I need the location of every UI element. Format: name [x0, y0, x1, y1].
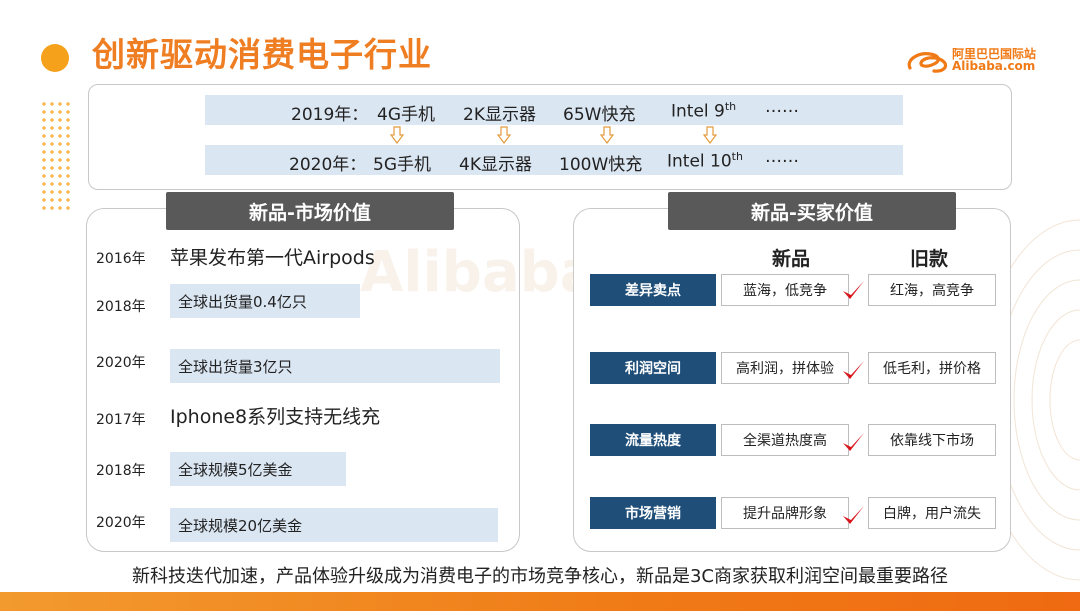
new-product-cell: 高利润，拼体验	[721, 352, 849, 384]
new-product-cell: 全渠道热度高	[721, 424, 849, 456]
entry-year: 2018年	[96, 463, 146, 479]
check-icon	[843, 506, 864, 524]
timeline-item: 2K显示器	[463, 105, 536, 125]
timeline-item: 4K显示器	[459, 155, 532, 175]
entry-year: 2020年	[96, 355, 146, 371]
timeline-year: 2019年：	[291, 105, 369, 125]
entry-headline: Iphone8系列支持无线充	[170, 406, 381, 428]
timeline-item: 5G手机	[373, 155, 431, 175]
down-arrow-icon	[703, 126, 717, 144]
category-label: 差异卖点	[590, 274, 716, 306]
check-icon	[843, 361, 864, 379]
timeline-item: 4G手机	[377, 105, 435, 125]
entry-year: 2016年	[96, 251, 146, 267]
old-product-cell: 红海，高竞争	[868, 274, 996, 306]
entry-fact: 全球出货量0.4亿只	[170, 284, 360, 318]
timeline-item: Intel 9th	[671, 100, 737, 122]
category-label: 流量热度	[590, 424, 716, 456]
timeline-year: 2020年：	[289, 155, 367, 175]
timeline-item: 65W快充	[563, 105, 636, 125]
down-arrow-icon	[497, 126, 511, 144]
entry-fact: 全球出货量3亿只	[170, 349, 500, 383]
column-header-old: 旧款	[910, 248, 949, 270]
old-product-cell: 低毛利，拼价格	[868, 352, 996, 384]
market-value-header: 新品-市场价值	[166, 192, 454, 230]
timeline-item: ……	[765, 147, 799, 167]
footer-summary: 新科技迭代加速，产品体验升级成为消费电子的市场竞争核心，新品是3C商家获取利润空…	[131, 566, 949, 587]
check-icon	[843, 281, 864, 299]
page-title: 创新驱动消费电子行业	[92, 35, 432, 74]
title-bullet-icon	[41, 44, 69, 72]
alibaba-logo: 阿里巴巴国际站 Alibaba.com	[904, 46, 1044, 76]
timeline-row-2020: 2020年： 5G手机 4K显示器 100W快充 Intel 10th ……	[205, 145, 903, 175]
footer-bar	[0, 592, 1080, 611]
timeline-item: 100W快充	[559, 155, 643, 175]
timeline-item: ……	[765, 97, 799, 117]
category-label: 市场营销	[590, 497, 716, 529]
down-arrow-icon	[390, 126, 404, 144]
entry-headline: 苹果发布第一代Airpods	[170, 247, 375, 269]
alibaba-logo-icon	[907, 52, 948, 73]
old-product-cell: 白牌，用户流失	[868, 497, 996, 529]
timeline-item: Intel 10th	[667, 150, 743, 172]
dot-grid-decoration	[40, 100, 70, 210]
entry-fact: 全球规模5亿美金	[170, 452, 346, 486]
entry-year: 2018年	[96, 299, 146, 315]
check-icon	[843, 433, 864, 451]
entry-fact: 全球规模20亿美金	[170, 508, 498, 542]
column-header-new: 新品	[772, 248, 811, 270]
old-product-cell: 依靠线下市场	[868, 424, 996, 456]
logo-en-text: Alibaba.com	[952, 59, 1036, 73]
category-label: 利润空间	[590, 352, 716, 384]
entry-year: 2017年	[96, 412, 146, 428]
buyer-value-header: 新品-买家价值	[668, 192, 956, 230]
timeline-row-2019: 2019年： 4G手机 2K显示器 65W快充 Intel 9th ……	[205, 95, 903, 125]
down-arrow-icon	[600, 126, 614, 144]
entry-year: 2020年	[96, 515, 146, 531]
new-product-cell: 提升品牌形象	[721, 497, 849, 529]
new-product-cell: 蓝海，低竞争	[721, 274, 849, 306]
